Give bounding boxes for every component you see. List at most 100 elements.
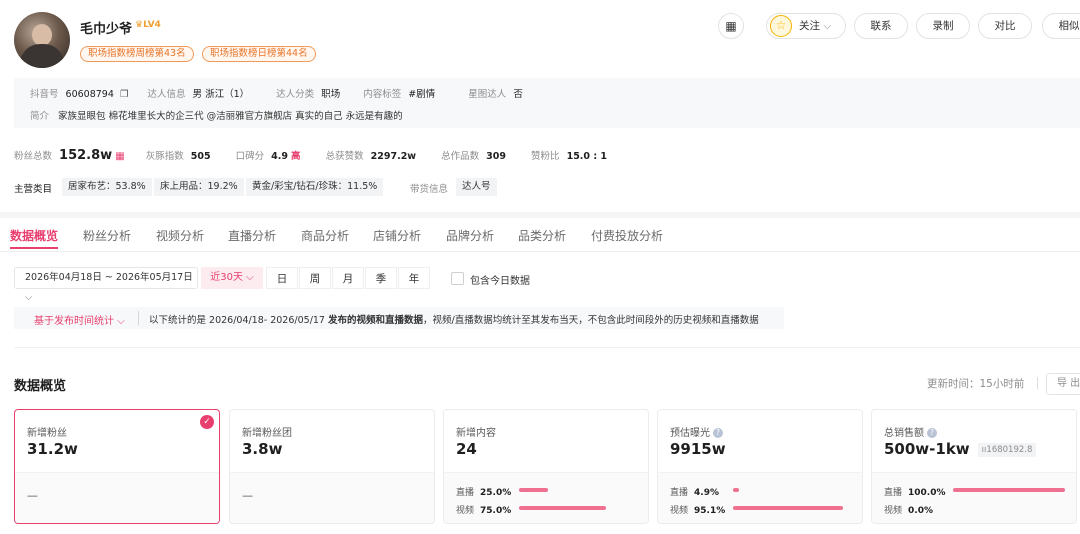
card-empty-value: —	[242, 489, 253, 502]
include-today-label[interactable]: 包含今日数据	[470, 272, 530, 287]
goods-chip: 达人号	[456, 178, 497, 196]
bio-row: 简介 家族显眼包 棉花堆里长大的企三代 @洁丽雅官方旗舰店 真实的自己 永远是有…	[30, 111, 403, 122]
live-share-bar	[733, 488, 739, 492]
period-year[interactable]: 年	[398, 267, 430, 289]
card-title: 新增粉丝团	[242, 428, 292, 439]
card-footer: 直播 4.9% 视频 95.1%	[658, 472, 862, 523]
main-category-label: 主营类目	[14, 184, 53, 195]
tab-divider	[0, 251, 1080, 252]
breakdown-row-live: 直播 100.0%	[884, 488, 946, 498]
chevron-down-icon: ⌵	[820, 20, 832, 32]
goods-label: 带货信息	[410, 184, 449, 195]
metric-card-fan-club[interactable]: 新增粉丝团 3.8w —	[229, 409, 435, 524]
card-empty-value: —	[27, 489, 38, 502]
breakdown-row-video: 视频 95.1%	[670, 506, 726, 516]
category-chip: 床上用品：19.2%	[154, 178, 244, 196]
follow-button[interactable]: ☆ 关注 ⌵	[766, 13, 846, 39]
active-tab-indicator	[10, 247, 58, 249]
breakdown-row-video: 视频 75.0%	[456, 506, 512, 516]
tab-paid-ads[interactable]: 付费投放分析	[591, 227, 663, 244]
card-value: 31.2w	[27, 440, 78, 458]
basis-dropdown[interactable]: 基于发布时间统计 ⌵	[34, 312, 125, 327]
chevron-down-icon: ⌵	[242, 272, 254, 283]
card-value: 24	[456, 440, 477, 458]
tab-brand[interactable]: 品牌分析	[446, 227, 494, 244]
qrcode-icon: ▦	[725, 19, 737, 33]
breakdown-row-video: 视频 0.0%	[884, 506, 933, 516]
profile-name: 毛巾少爷	[80, 22, 133, 37]
notice-text: 以下统计的是 2026/04/18- 2026/05/17 发布的视频和直播数据…	[149, 315, 759, 326]
metric-card-exposure[interactable]: 预估曝光? 9915w 直播 4.9% 视频 95.1%	[657, 409, 863, 524]
fans-value: 152.8w	[59, 148, 113, 163]
category-chip: 黄金/彩宝/钻石/珍珠：11.5%	[246, 178, 384, 196]
metric-card-new-content[interactable]: 新增内容 24 直播 25.0% 视频 75.0%	[443, 409, 649, 524]
avatar-face	[32, 24, 52, 46]
douyin-id: 60608794	[65, 89, 114, 100]
period-quarter[interactable]: 季	[365, 267, 397, 289]
contact-button[interactable]: 联系	[854, 13, 908, 39]
period-week[interactable]: 周	[299, 267, 331, 289]
qrcode-button[interactable]: ▦	[718, 13, 744, 39]
notice-separator	[138, 311, 139, 325]
card-footer: —	[15, 472, 219, 523]
chevron-down-icon: ⌵	[114, 316, 125, 327]
preset-range-button[interactable]: 近30天 ⌵	[201, 267, 263, 289]
divider	[14, 347, 1080, 348]
tab-category[interactable]: 品类分析	[518, 227, 566, 244]
card-value: 500w-1kw ıı1680192.8	[884, 440, 1037, 458]
metric-card-total-sales[interactable]: 总销售额? 500w-1kw ıı1680192.8 直播 100.0% 视频 0.0…	[871, 409, 1077, 524]
tab-video[interactable]: 视频分析	[156, 227, 204, 244]
include-today-checkbox[interactable]	[451, 272, 464, 285]
tab-store[interactable]: 店铺分析	[373, 227, 421, 244]
date-range-picker[interactable]: 2026年04月18日 ~ 2026年05月17日 ⌵	[14, 267, 198, 303]
video-share-bar	[733, 506, 843, 510]
tab-live[interactable]: 直播分析	[228, 227, 276, 244]
crown-icon: ♛	[135, 20, 144, 30]
live-share-bar	[953, 488, 1065, 492]
section-title: 数据概览	[14, 379, 67, 394]
card-value: 3.8w	[242, 440, 283, 458]
tab-goods[interactable]: 商品分析	[301, 227, 349, 244]
avatar[interactable]	[14, 12, 70, 68]
section-divider	[0, 212, 1080, 218]
card-title: 预估曝光?	[670, 424, 723, 439]
card-footer: 直播 100.0% 视频 0.0%	[872, 472, 1076, 523]
metric-card-new-fans[interactable]: ✓ 新增粉丝 31.2w —	[14, 409, 220, 524]
category-chip: 居家布艺：53.8%	[62, 178, 152, 196]
card-title: 总销售额?	[884, 424, 937, 439]
rank-tag-daily[interactable]: 职场指数榜日榜第44名	[202, 46, 316, 62]
card-value: 9915w	[670, 440, 726, 458]
tab-overview[interactable]: 数据概览	[10, 227, 58, 244]
raw-value-badge: ıı1680192.8	[977, 442, 1037, 457]
compare-button[interactable]: 对比	[978, 13, 1032, 39]
header-separator	[1037, 377, 1038, 389]
chevron-down-icon: ⌵	[25, 292, 33, 303]
period-month[interactable]: 月	[332, 267, 364, 289]
chart-icon[interactable]: ▦	[115, 151, 124, 162]
card-footer: 直播 25.0% 视频 75.0%	[444, 472, 648, 523]
help-icon[interactable]: ?	[927, 428, 937, 438]
video-share-bar	[519, 506, 606, 510]
bio-text: 家族显眼包 棉花堆里长大的企三代 @洁丽雅官方旗舰店 真实的自己 永远是有趣的	[58, 111, 403, 122]
similar-button[interactable]: 相似	[1042, 13, 1080, 39]
update-time: 更新时间：15小时前	[927, 378, 1025, 390]
export-button[interactable]: 导 出	[1046, 373, 1080, 395]
card-title: 新增内容	[456, 428, 496, 439]
breakdown-row-live: 直播 4.9%	[670, 488, 719, 498]
check-icon: ✓	[200, 415, 214, 429]
period-day[interactable]: 日	[266, 267, 298, 289]
star-icon: ☆	[770, 15, 792, 37]
help-icon[interactable]: ?	[713, 428, 723, 438]
breakdown-row-live: 直播 25.0%	[456, 488, 512, 498]
card-title: 新增粉丝	[27, 428, 67, 439]
copy-icon[interactable]: ❐	[120, 89, 129, 100]
record-button[interactable]: 录制	[916, 13, 970, 39]
tab-fans[interactable]: 粉丝分析	[83, 227, 131, 244]
rank-tag-weekly[interactable]: 职场指数榜周榜第43名	[80, 46, 194, 62]
level-badge: ♛LV4	[135, 20, 161, 30]
stats-row: 粉丝总数 152.8w ▦ 灰豚指数 505 口碑分 4.9 高 总获赞数 22…	[14, 148, 608, 163]
live-share-bar	[519, 488, 548, 492]
avatar-body	[20, 44, 64, 68]
info-row: 抖音号 60608794 ❐ 达人信息 男 浙江（1） 达人分类 职场 内容标签…	[30, 89, 523, 100]
card-footer: —	[230, 472, 434, 523]
